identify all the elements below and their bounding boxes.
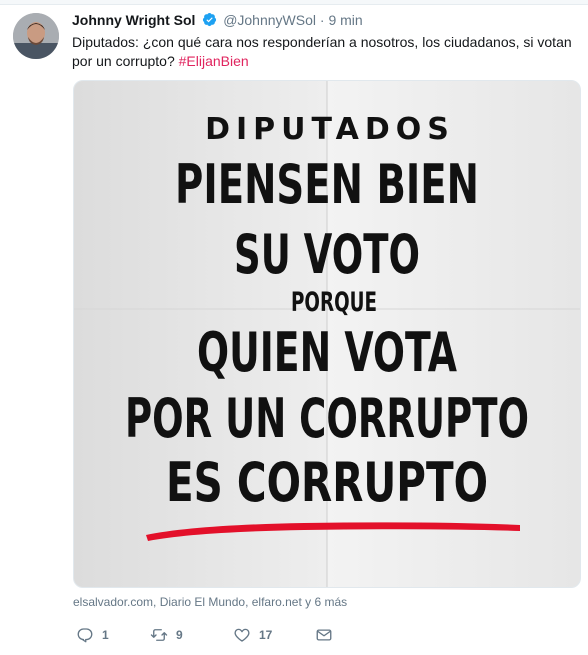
reply-icon	[77, 628, 93, 643]
poster-line-quien-vota: QUIEN VOTA	[197, 321, 457, 384]
author-handle[interactable]: @JohnnyWSol	[223, 12, 316, 28]
poster-line-por-un-corrupto: POR UN CORRUPTO	[125, 387, 529, 450]
tweet-header: Johnny Wright Sol @JohnnyWSol · 9 min	[72, 11, 578, 31]
envelope-icon	[316, 629, 332, 641]
like-count: 17	[259, 628, 273, 642]
retweet-count: 9	[176, 628, 183, 642]
tweet-body: Diputados: ¿con qué cara nos respondería…	[72, 34, 572, 69]
reply-button[interactable]: 1	[76, 624, 109, 646]
heart-icon	[234, 628, 250, 642]
previous-tweet-edge	[0, 0, 588, 5]
media-sources[interactable]: elsalvador.com, Diario El Mundo, elfaro.…	[73, 595, 347, 609]
author-name[interactable]: Johnny Wright Sol	[72, 12, 195, 28]
avatar-image	[13, 13, 59, 59]
poster-line-diputados: DIPUTADOS	[205, 112, 455, 147]
direct-message-button[interactable]	[315, 624, 333, 646]
tweet-actions: 1 9 17	[73, 624, 373, 646]
retweet-button[interactable]: 9	[150, 624, 183, 646]
retweet-icon	[150, 629, 168, 641]
poster-line-porque: PORQUE	[291, 287, 377, 318]
verified-badge-icon	[202, 12, 217, 27]
separator-dot: ·	[319, 12, 325, 28]
avatar[interactable]	[13, 13, 59, 59]
tweet-image[interactable]: DIPUTADOS PIENSEN BIEN SU VOTO PORQUE QU…	[73, 80, 581, 588]
reply-count: 1	[102, 628, 109, 642]
tweet-timestamp[interactable]: 9 min	[328, 12, 362, 28]
poster-image: DIPUTADOS PIENSEN BIEN SU VOTO PORQUE QU…	[74, 81, 580, 587]
poster-line-piensen-bien: PIENSEN BIEN	[175, 153, 479, 216]
poster-line-su-voto: SU VOTO	[234, 223, 420, 286]
like-button[interactable]: 17	[233, 624, 272, 646]
tweet-text: Diputados: ¿con qué cara nos respondería…	[72, 33, 577, 71]
hashtag-link[interactable]: #ElijanBien	[179, 53, 249, 69]
poster-line-es-corrupto: ES CORRUPTO	[166, 451, 488, 514]
